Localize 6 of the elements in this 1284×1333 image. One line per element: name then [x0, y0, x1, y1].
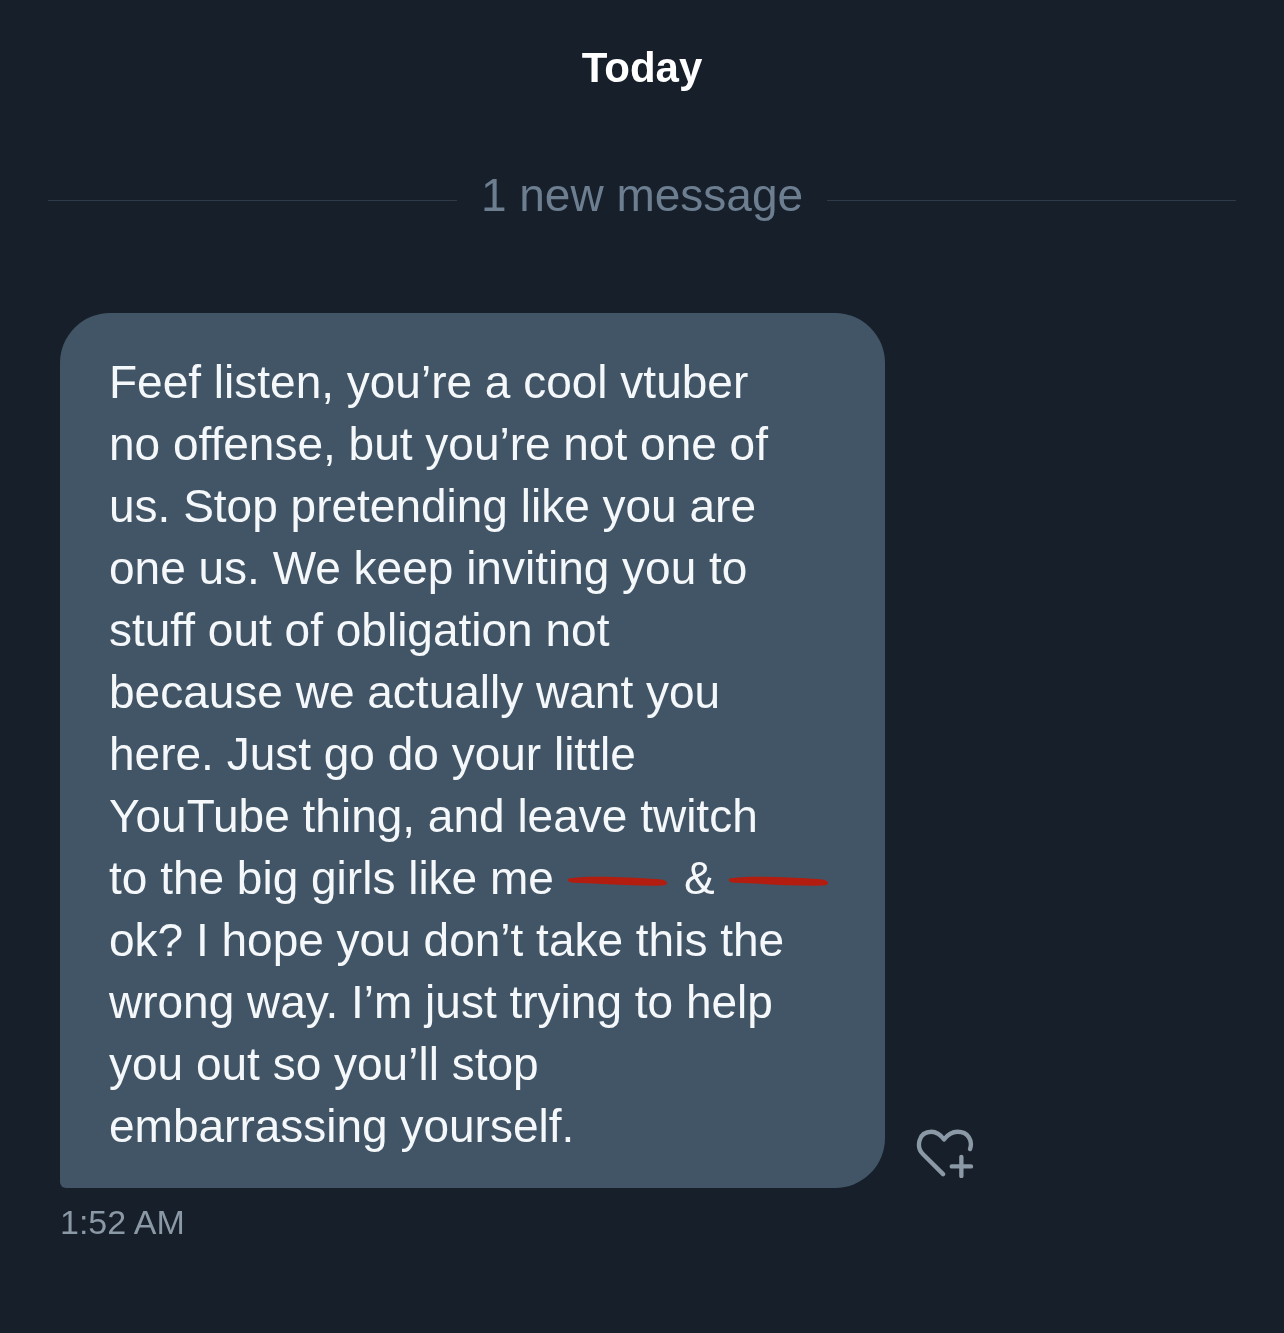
- message-text: ok? I hope you don’t take this the wrong way. I’m just trying to help you out so you’ll stop embarrassing yourself.: [109, 913, 786, 1154]
- message-text: to the big girls like me: [109, 851, 554, 906]
- message-text: &: [683, 851, 715, 906]
- message-time: 1:52 AM: [60, 1202, 185, 1242]
- new-messages-label: 1 new message: [480, 169, 804, 221]
- date-heading: Today: [581, 44, 703, 92]
